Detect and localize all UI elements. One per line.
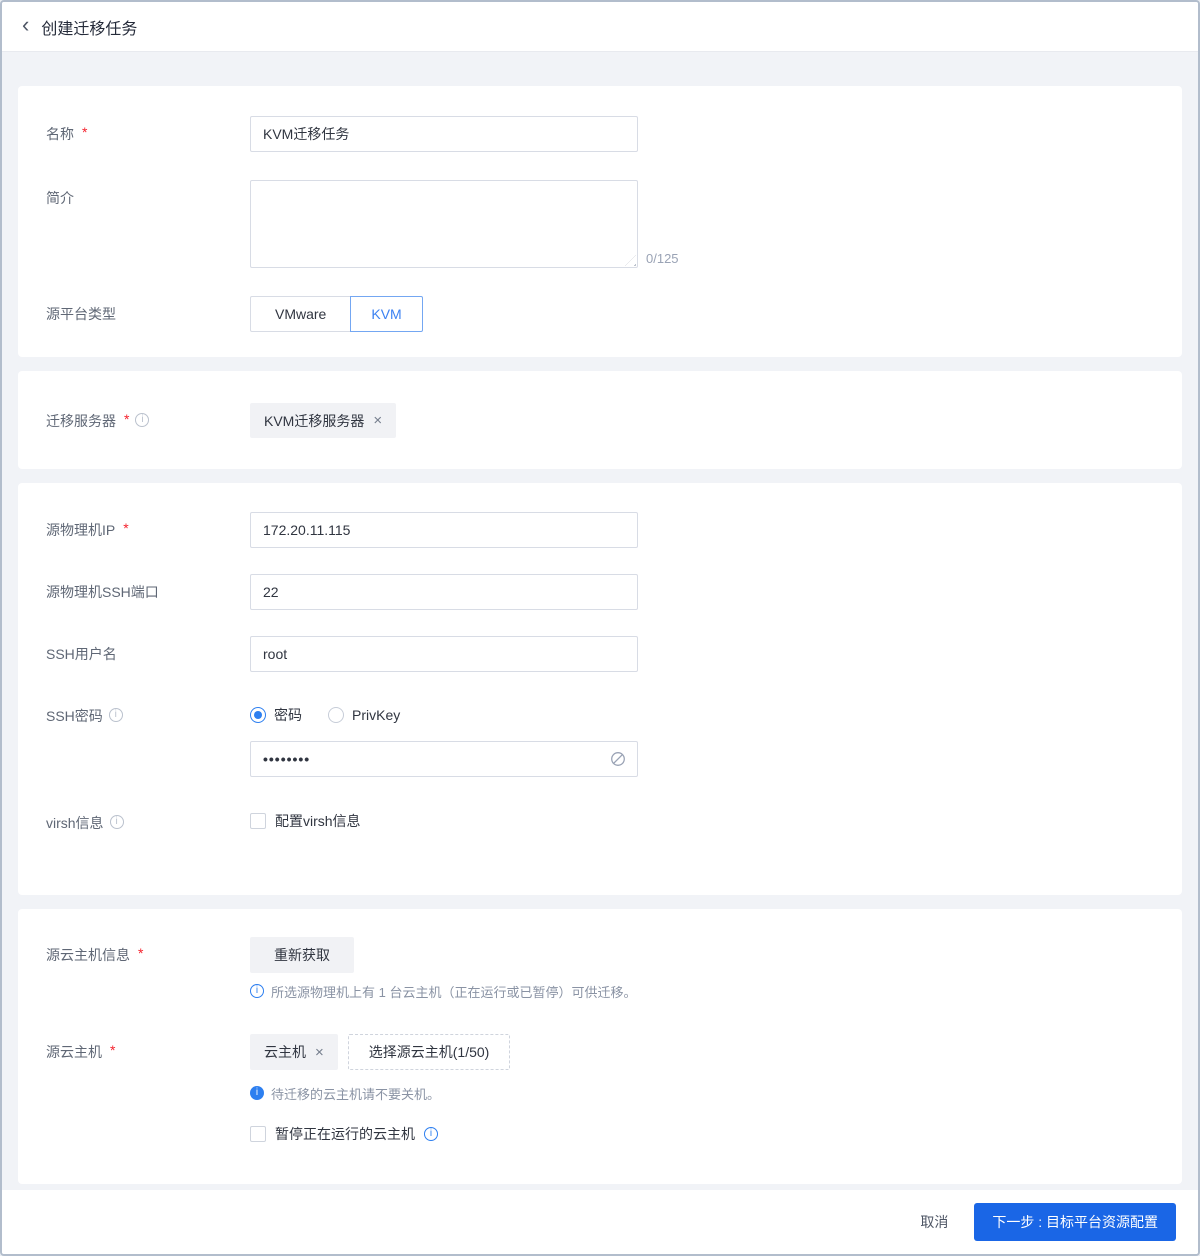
source-vm-hint: i 待迁移的云主机请不要关机。 [250, 1084, 1154, 1103]
radio-password[interactable]: 密码 [250, 705, 302, 725]
pause-checkbox[interactable] [250, 1126, 266, 1142]
description-input[interactable] [250, 180, 638, 268]
select-source-vm-button[interactable]: 选择源云主机(1/50) [347, 1034, 511, 1070]
ssh-port-input[interactable] [250, 574, 638, 610]
char-counter: 0/125 [646, 251, 679, 266]
virsh-checkbox[interactable] [250, 813, 266, 829]
description-label: 简介 [46, 190, 74, 206]
ssh-info-card: 源物理机IP * 源物理机SSH端口 SSH用户名 [18, 483, 1182, 895]
basic-info-card: 名称 * 简介 0/125 [18, 86, 1182, 357]
name-row: 名称 * [46, 116, 1154, 152]
virsh-checkbox-row: 配置virsh信息 [250, 808, 1154, 831]
ssh-port-row: 源物理机SSH端口 [46, 574, 1154, 610]
platform-type-label: 源平台类型 [46, 306, 116, 322]
form-content: 名称 * 简介 0/125 [2, 52, 1198, 1190]
virsh-label: virsh信息 [46, 815, 104, 831]
info-icon[interactable]: i [109, 815, 124, 829]
platform-type-row: 源平台类型 VMware KVM [46, 296, 1154, 332]
source-vm-info-row: 源云主机信息 * 重新获取 i 所选源物理机上有 1 台云主机（正在运行或已暂停）… [46, 937, 1154, 1001]
radio-dot [328, 707, 344, 723]
info-icon: i [250, 984, 264, 998]
radio-dot [250, 707, 266, 723]
remove-tag-icon[interactable]: × [315, 1045, 324, 1060]
source-vm-row: 源云主机 * 云主机 × 选择源云主机(1/50) i 待迁移的云主机请不要关机。 [46, 1034, 1154, 1144]
refresh-button[interactable]: 重新获取 [250, 937, 354, 973]
remove-tag-icon[interactable]: × [373, 413, 382, 428]
migration-server-tag: KVM迁移服务器 × [250, 403, 397, 438]
ssh-user-input[interactable] [250, 636, 638, 672]
platform-option-kvm[interactable]: KVM [350, 296, 423, 332]
footer-bar: 取消 下一步 : 目标平台资源配置 [2, 1190, 1198, 1254]
eye-off-icon[interactable] [609, 750, 627, 768]
platform-toggle-group: VMware KVM [250, 296, 423, 332]
source-vm-tags: 云主机 × 选择源云主机(1/50) [250, 1034, 1154, 1070]
virsh-checkbox-label: 配置virsh信息 [275, 813, 361, 829]
create-migration-task-page: ‹ 创建迁移任务 名称 * 简介 [0, 0, 1200, 1256]
source-vm-info-hint: i 所选源物理机上有 1 台云主机（正在运行或已暂停）可供迁移。 [250, 982, 1154, 1001]
info-icon: i [250, 1086, 264, 1100]
info-icon[interactable]: i [424, 1127, 438, 1141]
virsh-row: virsh信息 i 配置virsh信息 [46, 808, 1154, 833]
source-ip-input[interactable] [250, 512, 638, 548]
ssh-user-label: SSH用户名 [46, 646, 117, 662]
source-ip-row: 源物理机IP * [46, 512, 1154, 548]
ssh-password-row: SSH密码 i 密码 PrivKey [46, 698, 1154, 777]
source-ip-label: 源物理机IP [46, 522, 116, 538]
source-vm-tag: 云主机 × [250, 1034, 338, 1070]
ssh-password-input[interactable] [250, 741, 638, 777]
required-mark: * [123, 520, 129, 536]
migration-server-label: 迁移服务器 [46, 413, 116, 429]
info-icon[interactable]: i [135, 413, 150, 427]
migration-server-row: 迁移服务器 * i KVM迁移服务器 × [46, 403, 1154, 438]
source-vm-info-label: 源云主机信息 [46, 947, 130, 963]
cancel-button[interactable]: 取消 [920, 1212, 948, 1232]
source-vm-card: 源云主机信息 * 重新获取 i 所选源物理机上有 1 台云主机（正在运行或已暂停）… [18, 909, 1182, 1184]
name-input[interactable] [250, 116, 638, 152]
page-title: 创建迁移任务 [41, 20, 138, 38]
migration-server-card: 迁移服务器 * i KVM迁移服务器 × [18, 371, 1182, 469]
next-step-button[interactable]: 下一步 : 目标平台资源配置 [974, 1203, 1176, 1241]
info-icon[interactable]: i [108, 708, 123, 722]
back-icon[interactable]: ‹ [22, 14, 29, 39]
required-mark: * [124, 411, 130, 427]
ssh-port-label: 源物理机SSH端口 [46, 584, 159, 600]
name-label: 名称 [46, 126, 74, 142]
auth-mode-radio-group: 密码 PrivKey [250, 698, 1154, 725]
required-mark: * [138, 945, 144, 961]
platform-option-vmware[interactable]: VMware [250, 296, 352, 332]
pause-checkbox-row: 暂停正在运行的云主机 i [250, 1117, 1154, 1144]
ssh-password-label: SSH密码 [46, 708, 103, 724]
pause-checkbox-label: 暂停正在运行的云主机 [275, 1126, 415, 1142]
required-mark: * [82, 124, 88, 140]
ssh-user-row: SSH用户名 [46, 636, 1154, 672]
radio-privkey[interactable]: PrivKey [328, 707, 400, 723]
required-mark: * [110, 1042, 116, 1058]
page-header: ‹ 创建迁移任务 [2, 2, 1198, 52]
description-row: 简介 0/125 [46, 180, 1154, 268]
source-vm-label: 源云主机 [46, 1044, 102, 1060]
